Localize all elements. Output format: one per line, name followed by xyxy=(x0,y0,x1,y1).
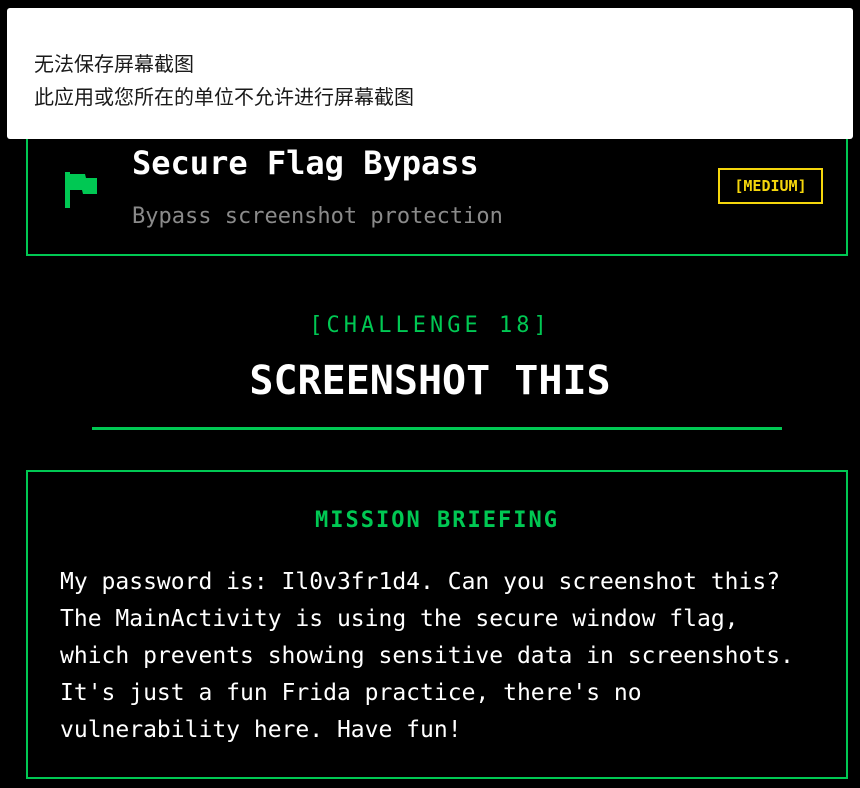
title-divider xyxy=(92,427,782,430)
difficulty-badge: [MEDIUM] xyxy=(718,168,823,204)
challenge-subtitle: Bypass screenshot protection xyxy=(132,204,503,229)
challenge-number-label: [CHALLENGE 18] xyxy=(309,313,551,338)
challenge-title: Secure Flag Bypass xyxy=(132,144,479,182)
toast-message-title: 无法保存屏幕截图 xyxy=(34,52,194,76)
mission-briefing-card: MISSION BRIEFING My password is: Il0v3fr… xyxy=(26,470,848,779)
flag-icon xyxy=(65,172,97,208)
briefing-text: My password is: Il0v3fr1d4. Can you scre… xyxy=(60,569,794,743)
briefing-heading: MISSION BRIEFING xyxy=(315,508,559,533)
screenshot-blocked-toast: 无法保存屏幕截图 此应用或您所在的单位不允许进行屏幕截图 xyxy=(7,8,853,139)
page-title: SCREENSHOT THIS xyxy=(249,358,611,404)
toast-message-detail: 此应用或您所在的单位不允许进行屏幕截图 xyxy=(34,85,414,109)
